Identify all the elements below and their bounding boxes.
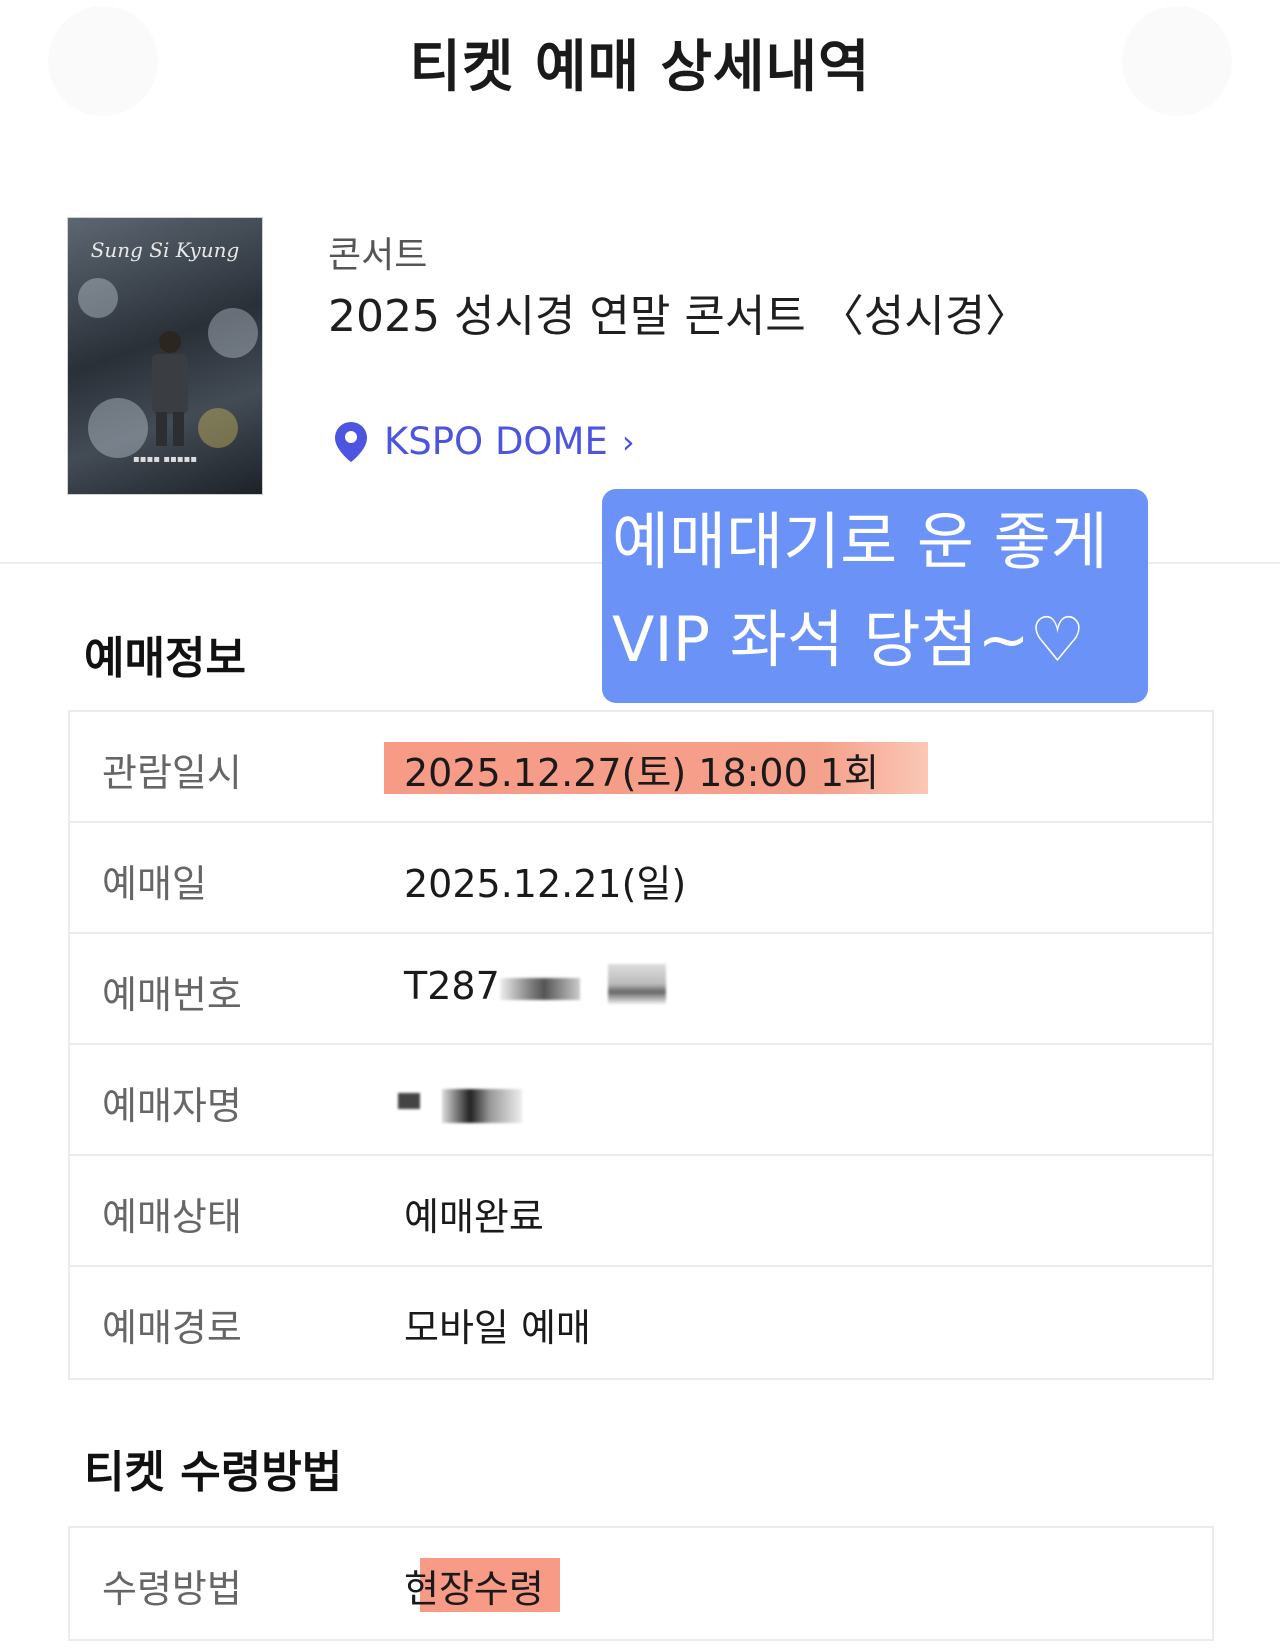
booking-info-table: 관람일시 2025.12.27(토) 18:00 1회 예매일 2025.12.…: [68, 710, 1214, 1380]
row-label: 예매번호: [102, 973, 242, 1017]
table-row: 관람일시 2025.12.27(토) 18:00 1회: [70, 712, 1212, 823]
event-title: 2025 성시경 연말 콘서트 〈성시경〉: [328, 291, 1030, 342]
row-label: 예매상태: [102, 1195, 242, 1239]
table-row: 예매경로 모바일 예매: [70, 1267, 1212, 1378]
table-row: 예매상태 예매완료: [70, 1156, 1212, 1267]
poster-footer-text: ▪▪▪▪ ▪▪▪▪▪: [132, 454, 198, 465]
location-pin-icon: [335, 421, 367, 462]
sticker-line-1: 예매대기로 운 좋게: [612, 505, 1108, 578]
row-value: 현장수령: [404, 1567, 544, 1611]
venue-name: KSPO DOME: [384, 420, 608, 463]
poster-artist-name: Sung Si Kyung: [90, 238, 240, 262]
booking-info-title: 예매정보: [84, 633, 246, 684]
row-label: 수령방법: [102, 1567, 242, 1611]
redacted-mosaic: [500, 978, 580, 1000]
redacted-mosaic: [398, 1093, 420, 1109]
redacted-mosaic: [608, 964, 666, 1004]
poster-figure: [152, 331, 188, 446]
caption-sticker: 예매대기로 운 좋게 VIP 좌석 당첨~♡: [602, 489, 1148, 703]
row-label: 예매경로: [102, 1306, 242, 1350]
table-row: 예매일 2025.12.21(일): [70, 823, 1212, 934]
row-value: 예매완료: [404, 1195, 544, 1239]
table-row: 수령방법 현장수령: [70, 1528, 1212, 1639]
row-value: 2025.12.27(토) 18:00 1회: [404, 751, 879, 795]
event-category: 콘서트: [328, 235, 428, 276]
ticket-pickup-title: 티켓 수령방법: [84, 1447, 343, 1498]
row-value: 모바일 예매: [404, 1306, 591, 1350]
row-value: 2025.12.21(일): [404, 862, 687, 906]
page-title: 티켓 예매 상세내역: [409, 35, 871, 100]
table-row: 예매자명: [70, 1045, 1212, 1156]
row-value: T287: [404, 964, 500, 1008]
row-label: 관람일시: [102, 751, 242, 795]
chevron-right-icon: ›: [621, 422, 635, 461]
ticket-pickup-table: 수령방법 현장수령: [68, 1526, 1214, 1641]
venue-link[interactable]: KSPO DOME ›: [334, 420, 635, 463]
redacted-mosaic: [442, 1089, 522, 1123]
row-label: 예매자명: [102, 1084, 242, 1128]
table-row: 예매번호 T287: [70, 934, 1212, 1045]
row-label: 예매일: [102, 862, 207, 906]
sticker-line-2: VIP 좌석 당첨~♡: [612, 603, 1086, 676]
event-poster[interactable]: Sung Si Kyung ▪▪▪▪ ▪▪▪▪▪: [68, 218, 262, 494]
